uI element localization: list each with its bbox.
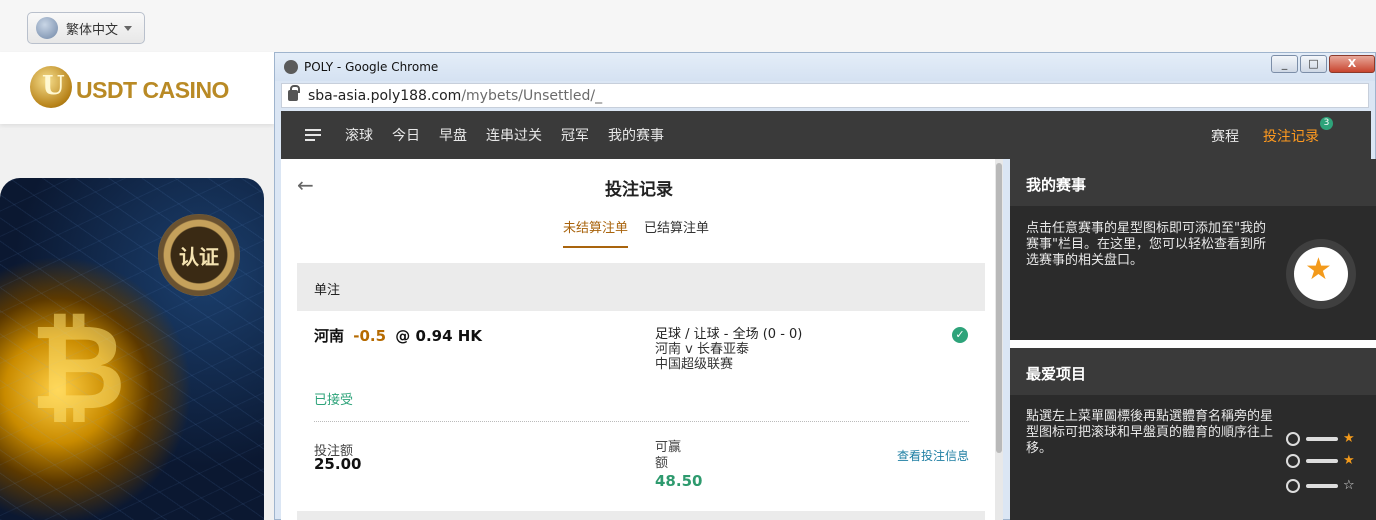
- right-sidebar: 我的赛事 点击任意赛事的星型图标即可添加至"我的赛事"栏目。在这里，您可以轻松查…: [1010, 159, 1376, 520]
- nav-item-outright[interactable]: 冠军: [561, 125, 589, 145]
- chevron-down-icon: [124, 25, 133, 31]
- screen: 繁体中文 U USDT CASINO ₿ 认证 POLY - Google Ch…: [0, 0, 1376, 520]
- bet-odds: 0.94 HK: [415, 327, 482, 345]
- bet-at: @: [395, 327, 411, 345]
- check-circle-icon: ✓: [952, 327, 968, 343]
- soccer-ball-icon: [1286, 478, 1300, 493]
- bet-tabs: 未结算注单 已结算注单: [563, 217, 725, 248]
- coin-logo-icon: U: [30, 66, 72, 108]
- win-value: 48.50: [655, 472, 703, 490]
- bet-league: 中国超级联赛: [655, 357, 734, 372]
- window-controls: _ □ X: [1269, 55, 1375, 73]
- bet-record-label: 投注记录: [1263, 129, 1319, 145]
- star-outline-icon: ☆: [1343, 478, 1355, 493]
- my-events-text: 点击任意赛事的星型图标即可添加至"我的赛事"栏目。在这里，您可以轻松查看到所选赛…: [1026, 221, 1266, 268]
- basketball-icon: [1286, 453, 1300, 468]
- close-button[interactable]: X: [1329, 55, 1375, 73]
- next-section-header: [297, 511, 985, 520]
- tab-unsettled[interactable]: 未结算注单: [563, 217, 629, 248]
- bet-handicap: -0.5: [353, 327, 387, 345]
- bet-market: 足球 / 让球 - 全场 (0 - 0): [655, 327, 803, 342]
- page-title: 投注记录: [605, 180, 673, 200]
- divider: [314, 421, 969, 422]
- language-label: 繁体中文: [66, 22, 119, 38]
- favorite-row: ☆: [1286, 478, 1355, 493]
- bet-team: 河南: [314, 327, 345, 345]
- bet-status: 已接受: [314, 393, 354, 408]
- favorites-text: 點選左上菜單圖標後再點選體育名稱旁的星型图标可把滚球和早盤頁的體育的順序往上移。: [1026, 409, 1274, 456]
- favorites-title: 最爱项目: [1010, 348, 1376, 395]
- hamburger-menu-icon[interactable]: [305, 126, 321, 144]
- brand-name: USDT CASINO: [76, 77, 229, 103]
- nav-item-today[interactable]: 今日: [392, 125, 420, 145]
- hero-banner[interactable]: ₿ 认证: [0, 178, 264, 520]
- site-logo[interactable]: U USDT CASINO: [0, 52, 274, 124]
- win-label: 可赢额: [655, 440, 682, 471]
- bet-selection: 河南 -0.5 @ 0.94 HK: [314, 325, 482, 346]
- bet-match-info: 足球 / 让球 - 全场 (0 - 0) 河南 v 长春亚泰 中国超级联赛: [655, 327, 802, 372]
- nav-schedule[interactable]: 赛程: [1211, 126, 1239, 146]
- nav-item-early[interactable]: 早盘: [439, 125, 467, 145]
- favorite-row: ★: [1286, 453, 1355, 468]
- nav-item-live[interactable]: 滚球: [345, 125, 373, 145]
- star-filled-icon: ★: [1343, 453, 1355, 468]
- single-bet-header: 单注: [297, 263, 985, 311]
- stake-value: 25.00: [314, 455, 362, 473]
- globe-icon: [36, 17, 58, 39]
- bet-match: 河南 v 长春亚泰: [655, 342, 749, 357]
- language-selector[interactable]: 繁体中文: [27, 12, 145, 44]
- my-events-title: 我的赛事: [1010, 159, 1376, 206]
- lock-icon: [288, 85, 300, 101]
- bet-record-panel: ← 投注记录 未结算注单 已结算注单 单注 河南 -0.5 @ 0.94 HK …: [281, 159, 997, 520]
- site-nav: 滚球 今日 早盘 连串过关 冠军 我的赛事 赛程 投注记录 3: [281, 111, 1371, 159]
- chrome-window: POLY - Google Chrome _ □ X sba-asia.poly…: [274, 52, 1376, 520]
- tennis-icon: [1286, 431, 1300, 446]
- maximize-button[interactable]: □: [1300, 55, 1327, 73]
- panel-scrollbar[interactable]: [995, 159, 1003, 520]
- window-title: POLY - Google Chrome: [304, 60, 439, 74]
- certification-seal: 认证: [158, 214, 240, 296]
- nav-item-my-events[interactable]: 我的赛事: [608, 125, 664, 145]
- chrome-icon: [284, 60, 298, 74]
- address-bar[interactable]: sba-asia.poly188.com/mybets/Unsettled/_: [281, 83, 1369, 108]
- nav-bet-record[interactable]: 投注记录 3: [1263, 117, 1333, 146]
- scrollbar-thumb[interactable]: [996, 163, 1002, 453]
- sidebar-separator: [1010, 340, 1376, 348]
- url-path: /mybets/Unsettled/_: [461, 87, 603, 104]
- bet-count-badge: 3: [1320, 117, 1333, 130]
- view-bet-details-link[interactable]: 查看投注信息: [897, 447, 969, 464]
- star-icon: ★: [1286, 239, 1356, 309]
- tab-settled[interactable]: 已结算注单: [644, 217, 709, 248]
- star-filled-icon: ★: [1343, 431, 1355, 446]
- top-strip: [0, 0, 1376, 52]
- favorite-row: ★: [1286, 431, 1355, 446]
- nav-item-parlay[interactable]: 连串过关: [486, 125, 542, 145]
- window-titlebar: POLY - Google Chrome _ □ X: [275, 53, 1375, 81]
- minimize-button[interactable]: _: [1271, 55, 1298, 73]
- bitcoin-icon: ₿: [30, 298, 127, 436]
- url-host: sba-asia.poly188.com: [308, 87, 462, 104]
